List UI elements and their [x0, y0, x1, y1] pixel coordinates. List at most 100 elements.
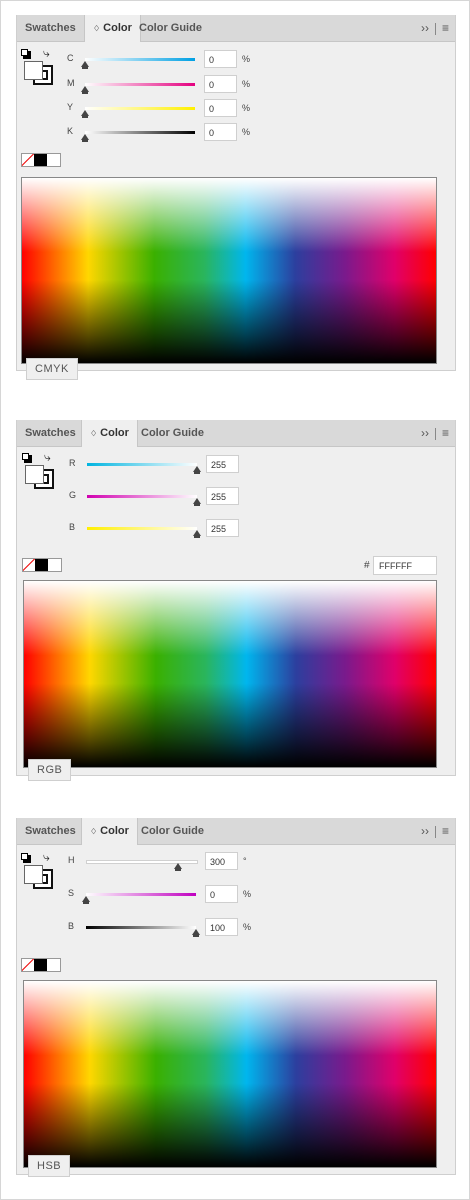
slider-track-s[interactable] [86, 893, 196, 896]
spectrum-black-layer [24, 981, 436, 1167]
panel-tab-bar: Swatches ♢ Color Color Guide ›› ≡ [17, 818, 455, 845]
tab-swatches[interactable]: Swatches [17, 420, 84, 446]
value-field-r[interactable]: 255 [206, 455, 239, 473]
none-swatch[interactable] [22, 959, 34, 971]
color-spectrum[interactable] [21, 177, 437, 364]
fill-swatch[interactable] [25, 465, 44, 484]
slider-track-g[interactable] [87, 495, 197, 498]
default-fill-stroke-icon[interactable] [21, 49, 31, 59]
slider-thumb-g[interactable] [193, 498, 201, 506]
slider-label-g: G [69, 490, 77, 500]
value-field-c[interactable]: 0 [204, 50, 237, 68]
slider-row-r: R 255 [69, 455, 269, 475]
unit-k: % [242, 127, 251, 137]
unit-c: % [242, 54, 251, 64]
swap-fill-stroke-icon[interactable]: ⤷ [43, 46, 50, 61]
panel-menu-icon[interactable]: ≡ [442, 818, 449, 844]
updown-arrows-icon: ♢ [90, 429, 98, 438]
tab-color-guide[interactable]: Color Guide [133, 420, 212, 446]
unit-s: % [243, 889, 252, 899]
value-field-m[interactable]: 0 [204, 75, 237, 93]
slider-thumb-b[interactable] [193, 530, 201, 538]
slider-track-c[interactable] [85, 58, 195, 61]
panel-tools: ›› ≡ [421, 15, 449, 41]
tab-color-label: Color [100, 427, 129, 439]
hex-field[interactable]: FFFFFF [373, 556, 437, 575]
slider-track-y[interactable] [85, 107, 195, 110]
divider [434, 825, 436, 838]
expand-panel-icon[interactable]: ›› [421, 15, 429, 41]
slider-thumb-brightness[interactable] [192, 929, 200, 937]
tab-swatches[interactable]: Swatches [17, 818, 84, 844]
value-field-b[interactable]: 255 [206, 519, 239, 537]
tab-color-label: Color [103, 22, 132, 34]
tab-color-guide[interactable]: Color Guide [131, 15, 210, 41]
color-mode-label: RGB [28, 759, 72, 781]
white-swatch[interactable] [48, 559, 61, 571]
color-panel-rgb: Swatches ♢ Color Color Guide ›› ≡ ⤷ R 255 … [16, 420, 456, 781]
slider-thumb-h[interactable] [173, 863, 182, 871]
slider-label-y: Y [67, 102, 74, 112]
slider-row-c: C 0 % [67, 50, 267, 70]
slider-label-c: C [67, 53, 74, 63]
none-swatch[interactable] [23, 559, 35, 571]
color-spectrum[interactable] [23, 580, 437, 768]
color-mode-label: HSB [28, 1155, 71, 1177]
spectrum-black-layer [22, 178, 436, 363]
expand-panel-icon[interactable]: ›› [421, 420, 429, 446]
slider-track-r[interactable] [87, 463, 197, 466]
updown-arrows-icon: ♢ [90, 827, 98, 836]
unit-y: % [242, 103, 251, 113]
white-swatch[interactable] [47, 959, 60, 971]
none-black-white-swatches [21, 153, 61, 167]
value-field-k[interactable]: 0 [204, 123, 237, 141]
color-panel-hsb: Swatches ♢ Color Color Guide ›› ≡ ⤷ H 300 … [16, 818, 456, 1177]
slider-thumb-y[interactable] [81, 110, 89, 118]
slider-track-k[interactable] [85, 131, 195, 134]
panel-tab-bar: Swatches ♢ Color Color Guide ›› ≡ [17, 420, 455, 447]
color-spectrum[interactable] [23, 980, 437, 1168]
black-swatch[interactable] [34, 959, 47, 971]
slider-thumb-m[interactable] [81, 86, 89, 94]
swap-fill-stroke-icon[interactable]: ⤷ [43, 850, 50, 865]
fill-swatch[interactable] [24, 61, 43, 80]
slider-label-brightness: B [68, 921, 75, 931]
slider-label-s: S [68, 888, 75, 898]
panel-menu-icon[interactable]: ≡ [442, 15, 449, 41]
divider [434, 22, 436, 35]
tab-color[interactable]: ♢ Color [81, 818, 138, 845]
black-swatch[interactable] [34, 154, 47, 166]
value-field-brightness[interactable]: 100 [205, 918, 238, 936]
swap-fill-stroke-icon[interactable]: ⤷ [44, 450, 51, 465]
fill-stroke-widget: ⤷ [22, 450, 56, 489]
expand-panel-icon[interactable]: ›› [421, 818, 429, 844]
fill-swatch[interactable] [24, 865, 43, 884]
panel-tools: ›› ≡ [421, 420, 449, 446]
none-swatch[interactable] [22, 154, 34, 166]
slider-thumb-s[interactable] [82, 896, 90, 904]
slider-thumb-c[interactable] [81, 61, 89, 69]
default-fill-stroke-icon[interactable] [21, 853, 31, 863]
tab-color-label: Color [100, 825, 129, 837]
value-field-s[interactable]: 0 [205, 885, 238, 903]
tab-swatches[interactable]: Swatches [17, 15, 84, 41]
value-field-y[interactable]: 0 [204, 99, 237, 117]
tab-color-guide[interactable]: Color Guide [133, 818, 212, 844]
default-fill-stroke-icon[interactable] [22, 453, 32, 463]
divider [434, 427, 436, 440]
slider-thumb-r[interactable] [193, 466, 201, 474]
tab-color[interactable]: ♢ Color [81, 420, 138, 447]
slider-row-br: B 100 % [68, 918, 268, 938]
spectrum-black-layer [24, 581, 436, 767]
updown-arrows-icon: ♢ [93, 24, 101, 33]
value-field-g[interactable]: 255 [206, 487, 239, 505]
slider-thumb-k[interactable] [81, 134, 89, 142]
slider-track-b[interactable] [87, 527, 197, 530]
fill-stroke-widget: ⤷ [21, 850, 55, 889]
slider-track-brightness[interactable] [86, 926, 196, 929]
white-swatch[interactable] [47, 154, 60, 166]
panel-menu-icon[interactable]: ≡ [442, 420, 449, 446]
value-field-h[interactable]: 300 [205, 852, 238, 870]
black-swatch[interactable] [35, 559, 48, 571]
slider-track-m[interactable] [85, 83, 195, 86]
